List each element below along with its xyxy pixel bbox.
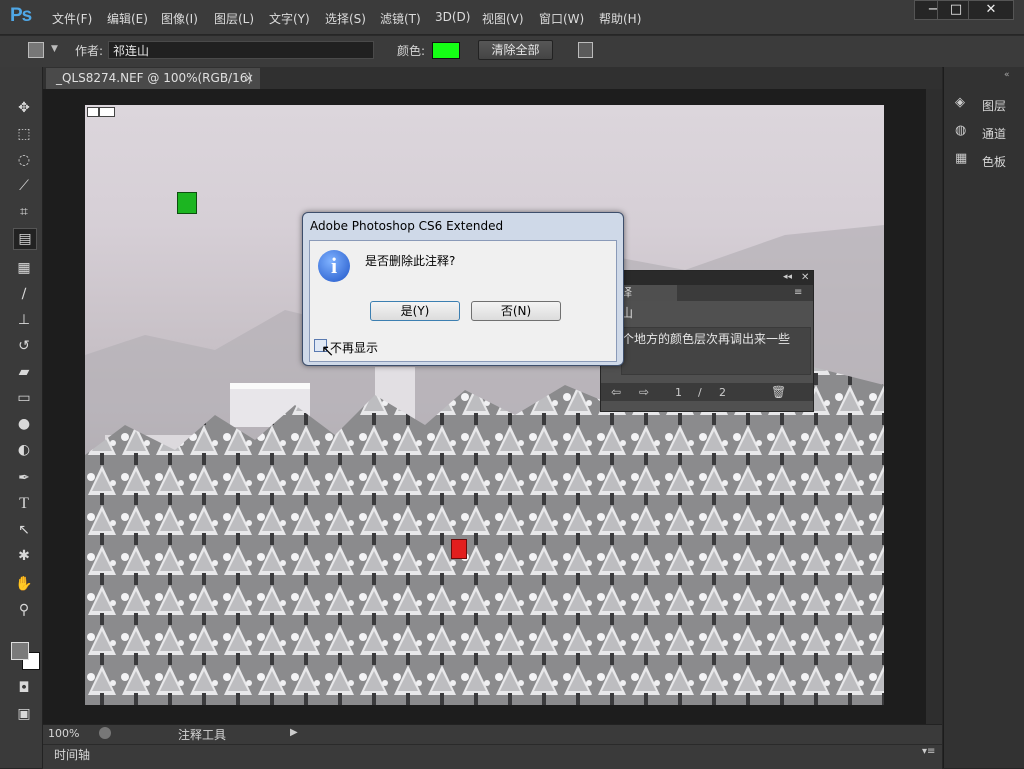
note-marker-small-icon <box>87 107 99 117</box>
status-tool-name: 注释工具 <box>178 728 227 742</box>
notes-panel-toggle-icon[interactable] <box>578 42 593 58</box>
photoshop-logo: Ps <box>10 5 32 26</box>
notes-panel: ◂◂ ✕ 译 ≡ 山 个地方的颜色层次再调出来一些 ⇦ ⇨ 1 / 2 🗑 <box>600 270 814 412</box>
collapse-panel-icon[interactable]: ◂◂ <box>783 272 792 282</box>
mouse-cursor-icon: ↖ <box>321 341 335 360</box>
status-info-icon[interactable] <box>99 727 111 739</box>
menu-type[interactable]: 文字(Y) <box>269 10 310 27</box>
tab-notes[interactable]: 译 <box>621 285 677 301</box>
note-text-area[interactable]: 个地方的颜色层次再调出来一些 <box>621 327 811 375</box>
gradient-tool-icon[interactable]: ▭ <box>13 388 35 408</box>
notes-panel-header <box>601 271 813 285</box>
menu-view[interactable]: 视图(V) <box>482 10 524 27</box>
note-page-current: 1 <box>675 386 682 399</box>
note-marker-small-icon <box>99 107 115 117</box>
chevron-down-icon[interactable]: ▼ <box>51 44 58 54</box>
menu-3d[interactable]: 3D(D) <box>435 10 470 24</box>
zoom-tool-icon[interactable]: ⚲ <box>13 600 35 620</box>
menu-file[interactable]: 文件(F) <box>52 10 92 27</box>
shape-tool-icon[interactable]: ✱ <box>13 546 35 566</box>
trash-icon[interactable]: 🗑 <box>771 385 786 399</box>
color-label: 颜色: <box>397 44 426 58</box>
stamp-tool-icon[interactable]: ⊥ <box>13 310 35 330</box>
layers-icon[interactable]: ◈ <box>955 95 971 111</box>
dont-show-label: 不再显示 <box>330 341 379 355</box>
panel-menu-icon[interactable]: ≡ <box>794 287 802 298</box>
history-brush-icon[interactable]: ↺ <box>13 336 35 356</box>
crop-tool-icon[interactable]: ⌗ <box>13 202 35 222</box>
previous-note-icon[interactable]: ⇦ <box>611 385 621 399</box>
expand-dock-icon[interactable]: « <box>1004 70 1010 80</box>
quick-mask-icon[interactable]: ◘ <box>13 678 35 698</box>
pen-tool-icon[interactable]: ✒ <box>13 468 35 488</box>
note-page-separator: / <box>698 386 702 399</box>
panel-layers[interactable]: 图层 <box>982 97 1006 114</box>
panel-swatches[interactable]: 色板 <box>982 153 1006 170</box>
quick-select-tool-icon[interactable]: ⟋ <box>13 176 35 196</box>
zoom-level[interactable]: 100% <box>48 727 79 740</box>
chevron-right-icon[interactable]: ▶ <box>290 727 298 738</box>
move-tool-icon[interactable]: ✥ <box>13 98 35 118</box>
vertical-scrollbar[interactable] <box>926 89 942 724</box>
panel-channels[interactable]: 通道 <box>982 125 1006 142</box>
tab-document[interactable]: _QLS8274.NEF @ 100%(RGB/16) * × <box>46 68 260 105</box>
path-select-icon[interactable]: ↖ <box>13 520 35 540</box>
channels-icon[interactable]: ◍ <box>955 123 971 139</box>
menu-window[interactable]: 窗口(W) <box>539 10 584 27</box>
note-green-icon[interactable] <box>177 192 197 214</box>
screen-mode-icon[interactable]: ▣ <box>13 704 35 724</box>
close-window-button[interactable]: ✕ <box>968 0 1014 20</box>
no-button[interactable]: 否(N) <box>471 301 561 321</box>
info-icon: i <box>318 250 350 282</box>
healing-brush-icon[interactable]: ▦ <box>13 258 35 278</box>
dialog-title: Adobe Photoshop CS6 Extended <box>310 219 504 233</box>
close-icon[interactable]: × <box>244 68 254 88</box>
yes-button[interactable]: 是(Y) <box>370 301 460 321</box>
menu-filter[interactable]: 滤镜(T) <box>380 10 421 27</box>
right-panel-dock <box>943 67 1024 768</box>
close-panel-icon[interactable]: ✕ <box>801 272 809 283</box>
note-color-swatch[interactable] <box>432 42 460 59</box>
note-tool-icon[interactable]: ▤ <box>13 228 37 250</box>
eraser-tool-icon[interactable]: ▰ <box>13 362 35 382</box>
menu-select[interactable]: 选择(S) <box>325 10 366 27</box>
menu-help[interactable]: 帮助(H) <box>599 10 641 27</box>
blur-tool-icon[interactable]: ● <box>13 414 35 434</box>
menu-image[interactable]: 图像(I) <box>161 10 198 27</box>
hand-tool-icon[interactable]: ✋ <box>13 574 35 594</box>
dialog-message: 是否删除此注释? <box>365 254 456 268</box>
dodge-tool-icon[interactable]: ◐ <box>13 440 35 460</box>
marquee-tool-icon[interactable]: ⬚ <box>13 124 35 144</box>
panel-menu-icon[interactable]: ▾≡ <box>922 746 935 757</box>
swatches-icon[interactable]: ▦ <box>955 151 971 167</box>
clear-all-button[interactable]: 清除全部 <box>478 40 553 60</box>
timeline-panel <box>43 744 942 769</box>
lasso-tool-icon[interactable]: ◌ <box>13 150 35 170</box>
menu-edit[interactable]: 编辑(E) <box>107 10 148 27</box>
foreground-color-swatch[interactable] <box>11 642 29 660</box>
timeline-tab[interactable]: 时间轴 <box>54 746 90 763</box>
author-label: 作者: <box>75 44 104 58</box>
author-field[interactable]: 祁连山 <box>108 41 374 59</box>
brush-tool-icon[interactable]: ∕ <box>13 284 35 304</box>
note-page-total: 2 <box>719 386 726 399</box>
note-red-icon[interactable] <box>451 539 467 559</box>
type-tool-icon[interactable]: T <box>13 494 35 514</box>
next-note-icon[interactable]: ⇨ <box>639 385 649 399</box>
note-tool-preset-icon[interactable] <box>28 42 44 58</box>
menu-layer[interactable]: 图层(L) <box>214 10 254 27</box>
